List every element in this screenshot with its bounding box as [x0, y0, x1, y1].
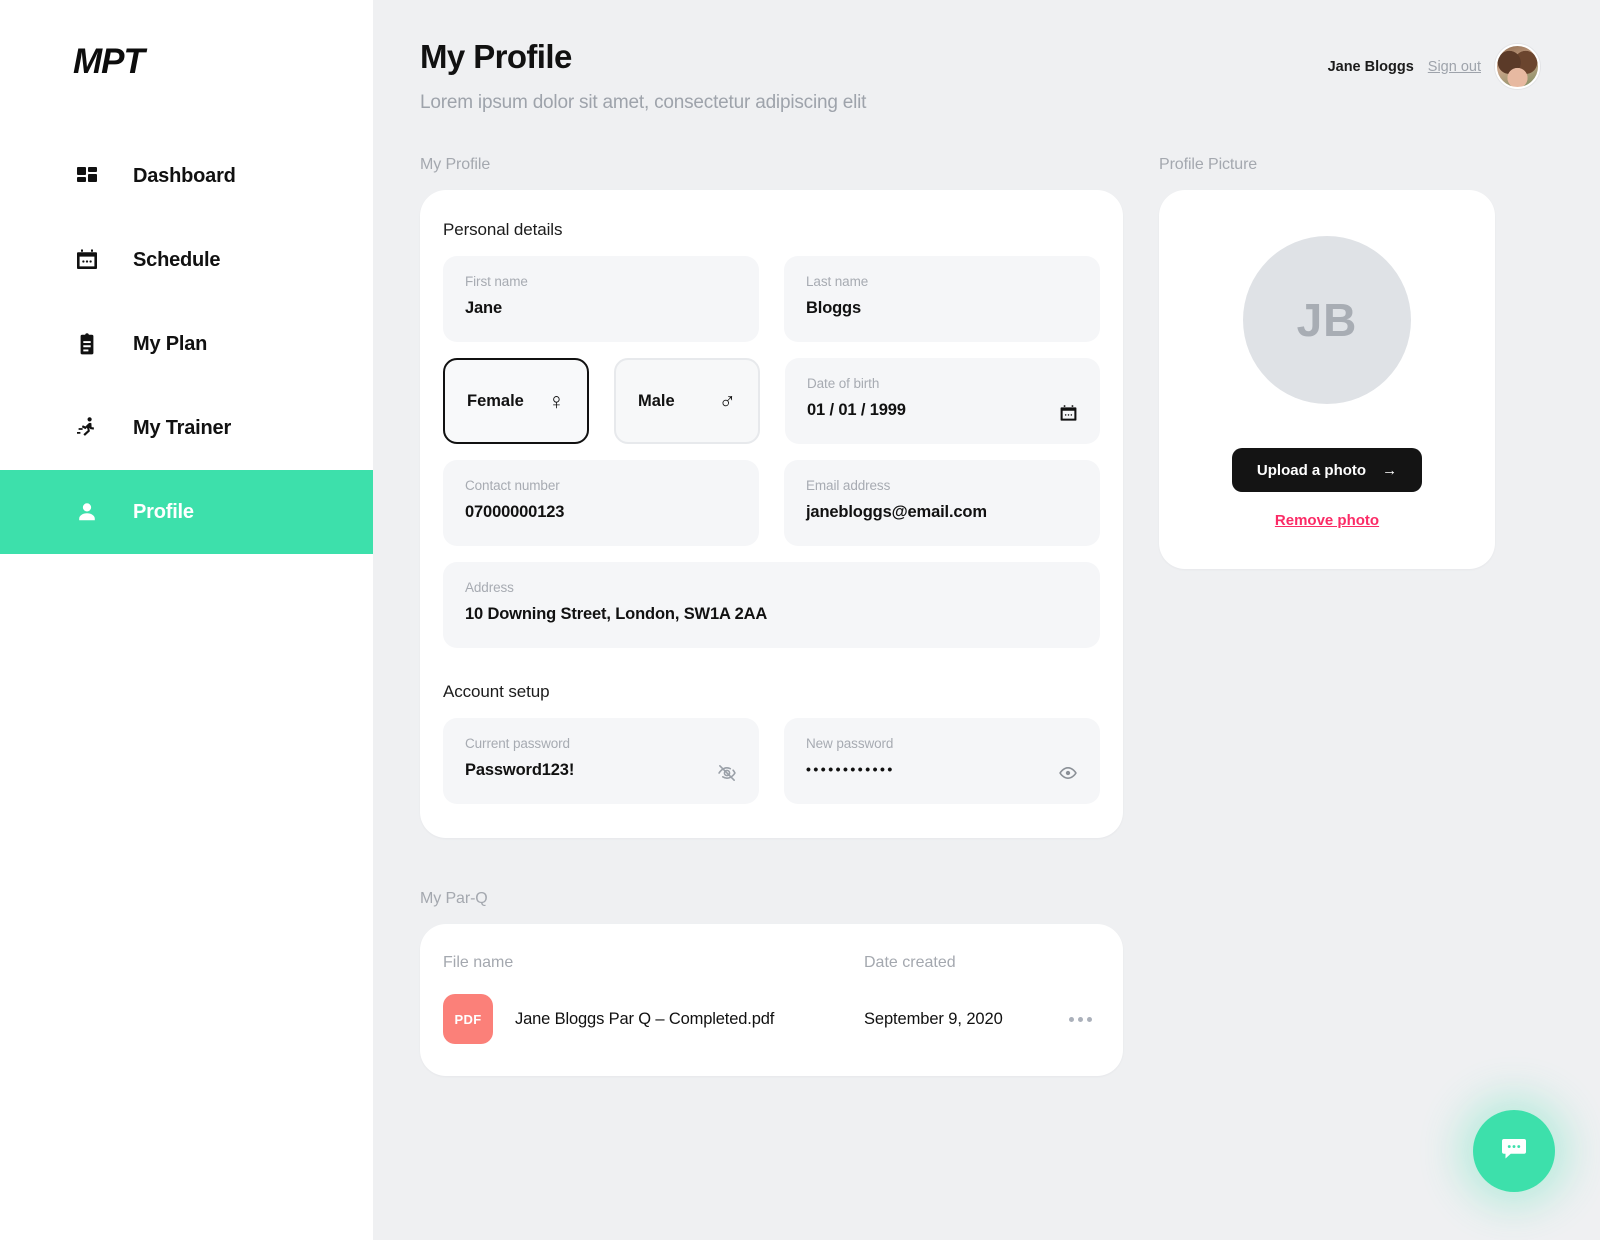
sidebar-item-my-trainer[interactable]: My Trainer [0, 386, 373, 470]
profile-picture-column: Profile Picture JB Upload a photo → Remo… [1159, 156, 1495, 569]
eye-icon[interactable] [1058, 763, 1078, 783]
column-header-file-name: File name [443, 954, 514, 971]
gender-option-female[interactable]: Female ♀ [443, 358, 589, 444]
column-header-date-created: Date created [864, 954, 956, 971]
new-password-field[interactable]: New password •••••••••••• [784, 718, 1100, 804]
main-content: My Profile Lorem ipsum dolor sit amet, c… [373, 0, 1600, 1240]
contact-number-value: 07000000123 [465, 503, 565, 521]
first-name-label: First name [465, 274, 528, 289]
sidebar-item-dashboard[interactable]: Dashboard [0, 134, 373, 218]
file-name-value: Jane Bloggs Par Q – Completed.pdf [515, 1009, 775, 1028]
remove-photo-link[interactable]: Remove photo [1275, 512, 1379, 529]
first-name-field[interactable]: First name Jane [443, 256, 759, 342]
row-more-options-icon[interactable] [1061, 1009, 1100, 1030]
sidebar-item-label: Profile [133, 500, 194, 523]
date-created-value: September 9, 2020 [864, 1009, 1003, 1028]
current-password-value: Password123! [465, 761, 575, 779]
parq-section: My Par-Q File name Date created PDF Jane… [420, 890, 1123, 1076]
email-value: janebloggs@email.com [806, 503, 987, 521]
sidebar-item-label: Dashboard [133, 164, 236, 187]
profile-section-label: My Profile [420, 156, 491, 173]
gender-toggle-group: Female ♀ Male ♂ [443, 358, 760, 444]
address-field[interactable]: Address 10 Downing Street, London, SW1A … [443, 562, 1100, 648]
email-label: Email address [806, 478, 891, 493]
brand-logo: MPT [73, 42, 145, 81]
last-name-value: Bloggs [806, 299, 862, 317]
personal-details-heading: Personal details [443, 220, 563, 239]
parq-section-label: My Par-Q [420, 890, 488, 907]
current-password-label: Current password [465, 736, 570, 751]
sidebar-nav: Dashboard Schedule My Plan My Trainer Pr… [0, 134, 373, 554]
gender-male-label: Male [638, 391, 675, 410]
name-row: First name Jane Last name Bloggs [443, 256, 1100, 342]
dashboard-icon [73, 162, 101, 190]
parq-table-header: File name Date created [443, 954, 1100, 972]
sidebar: MPT Dashboard Schedule My Plan My Traine… [0, 0, 373, 1240]
gender-and-dob-row: Female ♀ Male ♂ Date of birth 01 / 01 / … [443, 358, 1100, 444]
address-row: Address 10 Downing Street, London, SW1A … [443, 562, 1100, 648]
personal-details-card: Personal details First name Jane Last na… [420, 190, 1123, 838]
sidebar-item-label: My Plan [133, 332, 208, 355]
sidebar-item-profile[interactable]: Profile [0, 470, 373, 554]
sidebar-item-label: My Trainer [133, 416, 232, 439]
password-row: Current password Password123! New passwo… [443, 718, 1100, 804]
chat-fab-button[interactable] [1473, 1110, 1555, 1192]
table-row[interactable]: PDF Jane Bloggs Par Q – Completed.pdf Se… [443, 994, 1100, 1044]
new-password-value: •••••••••••• [806, 761, 895, 777]
sidebar-item-my-plan[interactable]: My Plan [0, 302, 373, 386]
avatar[interactable] [1495, 44, 1540, 89]
current-password-field[interactable]: Current password Password123! [443, 718, 759, 804]
contact-row: Contact number 07000000123 Email address… [443, 460, 1100, 546]
eye-off-icon[interactable] [717, 763, 737, 783]
sign-out-link[interactable]: Sign out [1428, 59, 1481, 75]
user-name: Jane Bloggs [1327, 58, 1414, 75]
upload-photo-button[interactable]: Upload a photo → [1231, 448, 1423, 492]
profile-picture-card: JB Upload a photo → Remove photo [1159, 190, 1495, 569]
date-of-birth-field[interactable]: Date of birth 01 / 01 / 1999 [785, 358, 1100, 444]
date-of-birth-label: Date of birth [807, 376, 880, 391]
first-name-value: Jane [465, 299, 503, 317]
profile-picture-section-label: Profile Picture [1159, 156, 1258, 173]
address-value: 10 Downing Street, London, SW1A 2AA [465, 605, 768, 623]
calendar-icon [73, 246, 101, 274]
account-setup-heading: Account setup [443, 682, 550, 701]
female-symbol-icon: ♀ [547, 387, 565, 414]
sidebar-item-schedule[interactable]: Schedule [0, 218, 373, 302]
male-symbol-icon: ♂ [718, 387, 736, 414]
address-label: Address [465, 580, 514, 595]
gender-female-label: Female [467, 391, 524, 410]
app-root: MPT Dashboard Schedule My Plan My Traine… [0, 0, 1600, 1240]
arrow-right-icon: → [1382, 461, 1398, 479]
upload-photo-label: Upload a photo [1256, 461, 1367, 479]
user-menu: Jane Bloggs Sign out [1328, 44, 1540, 89]
avatar-initials: JB [1243, 236, 1411, 404]
page-header: My Profile Lorem ipsum dolor sit amet, c… [420, 38, 1540, 114]
last-name-label: Last name [806, 274, 869, 289]
profile-column: My Profile Personal details First name J… [420, 156, 1123, 1076]
page-subtitle: Lorem ipsum dolor sit amet, consectetur … [420, 92, 867, 113]
pdf-badge-icon: PDF [443, 994, 493, 1044]
gender-option-male[interactable]: Male ♂ [614, 358, 760, 444]
person-icon [73, 498, 101, 526]
date-of-birth-value: 01 / 01 / 1999 [807, 401, 906, 419]
contact-number-field[interactable]: Contact number 07000000123 [443, 460, 759, 546]
clipboard-icon [73, 330, 101, 358]
sidebar-item-label: Schedule [133, 248, 221, 271]
runner-icon [73, 414, 101, 442]
email-field[interactable]: Email address janebloggs@email.com [784, 460, 1100, 546]
calendar-icon[interactable] [1058, 403, 1078, 423]
chat-bubble-icon [1499, 1134, 1529, 1169]
contact-number-label: Contact number [465, 478, 560, 493]
new-password-label: New password [806, 736, 894, 751]
last-name-field[interactable]: Last name Bloggs [784, 256, 1100, 342]
parq-card: File name Date created PDF Jane Bloggs P… [420, 924, 1123, 1076]
content-columns: My Profile Personal details First name J… [420, 156, 1540, 1076]
